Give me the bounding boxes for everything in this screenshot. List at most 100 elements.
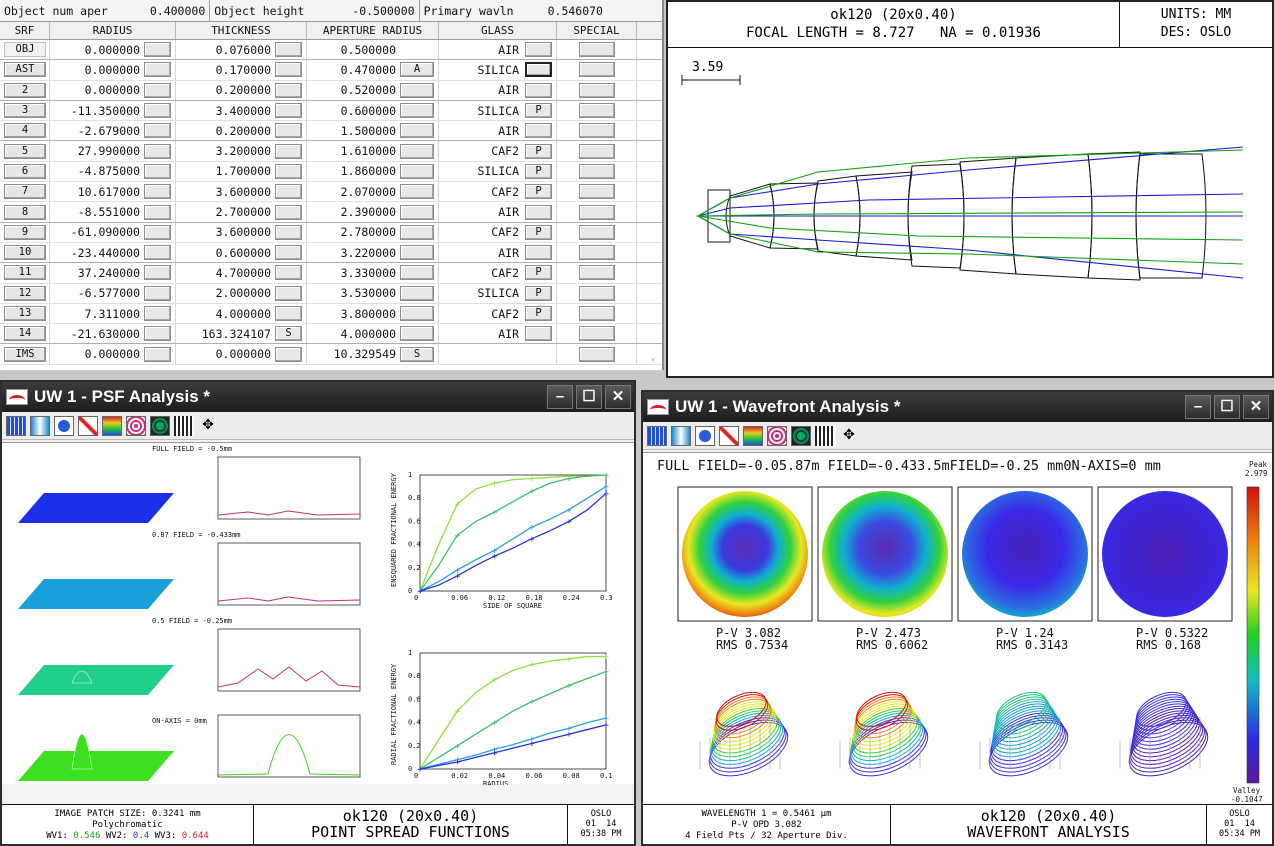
- special-button[interactable]: [578, 265, 615, 281]
- glass-cell[interactable]: CAF2: [439, 225, 525, 239]
- special-button[interactable]: [578, 82, 615, 98]
- aperture-cell[interactable]: 10.329549: [307, 347, 400, 361]
- special-button[interactable]: [578, 184, 615, 200]
- aperture-cell[interactable]: 0.600000: [307, 104, 400, 118]
- aperture-cell[interactable]: 1.860000: [307, 164, 400, 178]
- radius-cell[interactable]: 27.990000: [50, 144, 144, 158]
- surface-button[interactable]: 10: [4, 245, 46, 261]
- glass-cell[interactable]: CAF2: [439, 307, 525, 321]
- thickness-cell[interactable]: 3.200000: [176, 144, 275, 158]
- thickness-solve-button[interactable]: [275, 306, 302, 321]
- special-button[interactable]: [578, 42, 615, 58]
- rings-icon[interactable]: [767, 425, 787, 446]
- aperture-cell[interactable]: 1.500000: [307, 124, 400, 138]
- aperture-cell[interactable]: 3.800000: [307, 307, 400, 321]
- radius-cell[interactable]: -61.090000: [50, 225, 144, 239]
- radius-solve-button[interactable]: [144, 103, 171, 119]
- rays-icon[interactable]: [719, 425, 739, 446]
- radius-solve-button[interactable]: [144, 245, 171, 261]
- thickness-solve-button[interactable]: [275, 204, 302, 220]
- surface-button[interactable]: 4: [4, 123, 46, 139]
- thickness-cell[interactable]: 2.700000: [176, 205, 275, 219]
- surface-button[interactable]: 14: [4, 326, 46, 342]
- special-button[interactable]: [578, 285, 615, 301]
- rays-icon[interactable]: [78, 415, 98, 436]
- glass-cell[interactable]: AIR: [439, 83, 525, 97]
- special-button[interactable]: [578, 224, 615, 240]
- radius-cell[interactable]: 0.000000: [50, 83, 144, 97]
- spectrum-icon[interactable]: [102, 415, 122, 436]
- thickness-cell[interactable]: 4.000000: [176, 307, 275, 321]
- radius-cell[interactable]: 37.240000: [50, 266, 144, 280]
- aperture-cell[interactable]: 0.470000: [307, 63, 400, 77]
- spectrum-icon[interactable]: [743, 425, 763, 446]
- move-icon[interactable]: ✥: [198, 416, 218, 436]
- aperture-solve-button[interactable]: [400, 184, 434, 200]
- radius-solve-button[interactable]: [144, 82, 171, 98]
- special-button[interactable]: [578, 163, 615, 179]
- minimize-button[interactable]: –: [1185, 395, 1211, 419]
- scroll-down-icon[interactable]: ⌄: [647, 352, 659, 364]
- thickness-solve-button[interactable]: [275, 62, 302, 78]
- special-button[interactable]: [578, 103, 615, 119]
- surface-button[interactable]: 12: [4, 285, 46, 301]
- thickness-cell[interactable]: 0.600000: [176, 246, 275, 260]
- radius-cell[interactable]: -11.350000: [50, 104, 144, 118]
- radius-cell[interactable]: 0.000000: [50, 347, 144, 361]
- glass-option-button[interactable]: P: [525, 103, 552, 119]
- surface-button[interactable]: 6: [4, 163, 46, 179]
- aperture-solve-button[interactable]: [400, 285, 434, 301]
- aperture-solve-button[interactable]: [400, 163, 434, 179]
- aperture-cell[interactable]: 2.390000: [307, 205, 400, 219]
- wavefront-titlebar[interactable]: UW 1 - Wavefront Analysis * – ☐ ✕: [643, 392, 1272, 422]
- bars-icon[interactable]: [174, 415, 194, 436]
- aperture-solve-button[interactable]: A: [400, 62, 434, 78]
- special-button[interactable]: [578, 306, 615, 321]
- glass-option-button[interactable]: [525, 123, 552, 139]
- glass-cell[interactable]: CAF2: [439, 185, 525, 199]
- glass-option-button[interactable]: P: [525, 265, 552, 281]
- radius-cell[interactable]: 7.311000: [50, 307, 144, 321]
- object-height-value[interactable]: -0.500000: [348, 4, 418, 18]
- special-button[interactable]: [578, 123, 615, 139]
- rings-icon[interactable]: [126, 415, 146, 436]
- surface-button[interactable]: OBJ: [4, 42, 46, 58]
- radius-solve-button[interactable]: [144, 346, 171, 362]
- compare-icon[interactable]: [671, 425, 691, 446]
- glass-cell[interactable]: AIR: [439, 205, 525, 219]
- glass-cell[interactable]: SILICA: [439, 164, 525, 178]
- radius-solve-button[interactable]: [144, 123, 171, 139]
- radius-cell[interactable]: -6.577000: [50, 286, 144, 300]
- glass-cell[interactable]: SILICA: [439, 63, 525, 77]
- surface-button[interactable]: 8: [4, 204, 46, 220]
- glass-cell[interactable]: AIR: [439, 327, 525, 341]
- close-button[interactable]: ✕: [605, 385, 631, 409]
- glass-cell[interactable]: CAF2: [439, 144, 525, 158]
- psf-titlebar[interactable]: UW 1 - PSF Analysis * – ☐ ✕: [2, 382, 634, 412]
- radius-solve-button[interactable]: [144, 163, 171, 179]
- surface-button[interactable]: 9: [4, 224, 46, 240]
- thickness-cell[interactable]: 3.600000: [176, 225, 275, 239]
- thickness-cell[interactable]: 1.700000: [176, 164, 275, 178]
- thickness-cell[interactable]: 3.400000: [176, 104, 275, 118]
- surface-button[interactable]: 7: [4, 184, 46, 200]
- glass-option-button[interactable]: [525, 326, 552, 342]
- aperture-cell[interactable]: 1.610000: [307, 144, 400, 158]
- special-button[interactable]: [578, 326, 615, 342]
- glass-option-button[interactable]: [525, 204, 552, 220]
- surface-button[interactable]: 2: [4, 82, 46, 98]
- glass-cell[interactable]: CAF2: [439, 266, 525, 280]
- glass-option-button[interactable]: P: [525, 224, 552, 240]
- glass-option-button[interactable]: P: [525, 163, 552, 179]
- thickness-solve-button[interactable]: [275, 123, 302, 139]
- thickness-solve-button[interactable]: [275, 143, 302, 159]
- surface-button[interactable]: 13: [4, 306, 46, 321]
- aperture-solve-button[interactable]: [400, 326, 434, 342]
- radius-cell[interactable]: -2.679000: [50, 124, 144, 138]
- thickness-solve-button[interactable]: [275, 184, 302, 200]
- glass-option-button[interactable]: [525, 82, 552, 98]
- thickness-cell[interactable]: 3.600000: [176, 185, 275, 199]
- radius-cell[interactable]: 10.617000: [50, 185, 144, 199]
- maximize-button[interactable]: ☐: [576, 385, 602, 409]
- thickness-solve-button[interactable]: [275, 346, 302, 362]
